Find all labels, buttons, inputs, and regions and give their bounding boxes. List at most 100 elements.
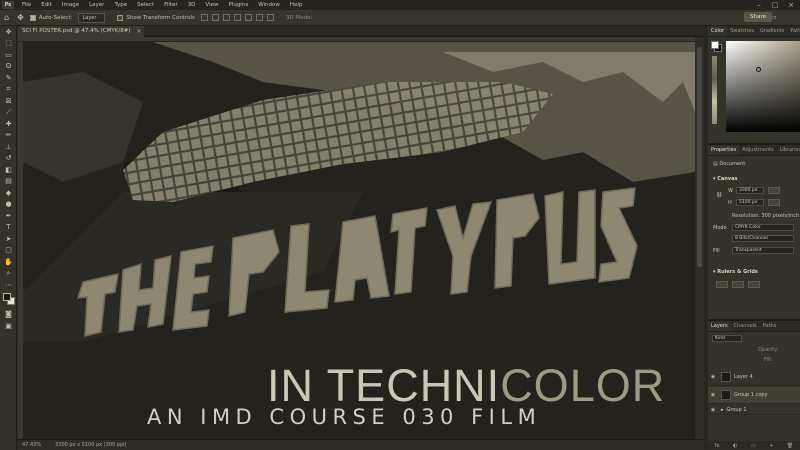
gradient-tool-icon[interactable]: ▤: [0, 176, 17, 188]
tab-color[interactable]: Color: [708, 26, 728, 36]
dodge-tool-icon[interactable]: ●: [0, 199, 17, 211]
transform-controls-option[interactable]: Show Transform Controls: [117, 14, 195, 21]
canvas[interactable]: IN TECHNICOLOR AN IMD COURSE 030 FILM: [23, 42, 695, 439]
share-button[interactable]: Share: [744, 12, 772, 22]
grid-toggle-button[interactable]: [732, 281, 744, 288]
distribute-icon[interactable]: [266, 14, 274, 21]
orientation-landscape-button[interactable]: [768, 199, 780, 206]
eye-icon[interactable]: ◉: [708, 392, 718, 398]
hand-tool-icon[interactable]: ✋: [0, 256, 17, 268]
artboard-tool-icon[interactable]: ⬚: [0, 38, 17, 50]
menu-plugins[interactable]: Plugins: [223, 2, 253, 8]
shape-tool-icon[interactable]: ▢: [0, 245, 17, 257]
layer-row[interactable]: ◉ Layer 4: [708, 369, 800, 386]
document-tab[interactable]: SCI FI POSTER.psd @ 47.4% (CMYK/8#) ×: [18, 26, 145, 37]
align-left-icon[interactable]: [200, 14, 208, 21]
move-tool-icon[interactable]: ✥: [0, 26, 17, 38]
lasso-tool-icon[interactable]: ʘ: [0, 61, 17, 73]
guides-toggle-button[interactable]: [748, 281, 760, 288]
auto-select-option[interactable]: Auto-Select:: [29, 14, 72, 21]
eye-icon[interactable]: ◉: [708, 374, 718, 380]
align-center-icon[interactable]: [211, 14, 219, 21]
align-bottom-icon[interactable]: [255, 14, 263, 21]
history-brush-tool-icon[interactable]: ↺: [0, 153, 17, 165]
eraser-tool-icon[interactable]: ◧: [0, 164, 17, 176]
ruler-units-dropdown[interactable]: [716, 281, 728, 288]
maximize-icon[interactable]: □: [768, 0, 782, 10]
layer-kind-filter[interactable]: Kind: [712, 335, 742, 342]
minimize-icon[interactable]: –: [752, 0, 766, 10]
more-tools-icon[interactable]: ⋯: [0, 279, 17, 291]
link-dimensions-icon[interactable]: ⛓: [716, 192, 722, 198]
auto-select-checkbox[interactable]: [29, 14, 36, 21]
frame-tool-icon[interactable]: ⊠: [0, 95, 17, 107]
menu-file[interactable]: File: [17, 2, 36, 8]
tab-layers[interactable]: Layers: [708, 321, 731, 331]
tab-patterns[interactable]: Patterns: [787, 26, 800, 36]
trash-icon[interactable]: 🗑: [787, 443, 793, 449]
quick-mask-icon[interactable]: ◙: [0, 309, 17, 321]
eye-icon[interactable]: ◉: [708, 407, 718, 413]
menu-filter[interactable]: Filter: [159, 2, 183, 8]
home-icon[interactable]: ⌂: [4, 13, 9, 22]
photoshop-logo-icon[interactable]: Ps: [2, 1, 14, 9]
menu-layer[interactable]: Layer: [84, 2, 109, 8]
color-swatches[interactable]: [0, 291, 17, 309]
tab-swatches[interactable]: Swatches: [727, 26, 757, 36]
crop-tool-icon[interactable]: ⌗: [0, 84, 17, 96]
vertical-scrollbar[interactable]: [695, 37, 704, 439]
path-select-tool-icon[interactable]: ➤: [0, 233, 17, 245]
fill-dropdown[interactable]: Transparent: [732, 247, 794, 254]
type-tool-icon[interactable]: T: [0, 222, 17, 234]
quick-select-tool-icon[interactable]: ✎: [0, 72, 17, 84]
orientation-portrait-button[interactable]: [768, 187, 780, 194]
brush-tool-icon[interactable]: ✏: [0, 130, 17, 142]
menu-window[interactable]: Window: [253, 2, 285, 8]
hue-slider[interactable]: [712, 56, 717, 124]
tab-paths[interactable]: Paths: [760, 321, 780, 331]
rulers-grids-heading[interactable]: ▾ Rulers & Grids: [713, 269, 758, 275]
clone-stamp-tool-icon[interactable]: ⊥: [0, 141, 17, 153]
layer-row[interactable]: ◉ ▸ Group 1: [708, 405, 800, 415]
menu-select[interactable]: Select: [132, 2, 159, 8]
tab-properties[interactable]: Properties: [708, 145, 740, 155]
marquee-tool-icon[interactable]: ▭: [0, 49, 17, 61]
pen-tool-icon[interactable]: ✒: [0, 210, 17, 222]
eyedropper-tool-icon[interactable]: ⟋: [0, 107, 17, 119]
zoom-tool-icon[interactable]: ⌕: [0, 268, 17, 280]
color-picker-cursor[interactable]: [756, 67, 761, 72]
align-top-icon[interactable]: [233, 14, 241, 21]
layer-row[interactable]: ◉ Group 1 copy: [708, 387, 800, 404]
fx-icon[interactable]: fx: [715, 443, 720, 449]
blur-tool-icon[interactable]: ◆: [0, 187, 17, 199]
align-right-icon[interactable]: [222, 14, 230, 21]
healing-brush-tool-icon[interactable]: ✚: [0, 118, 17, 130]
canvas-heading[interactable]: ▾ Canvas: [713, 176, 737, 182]
height-field[interactable]: 5100 px: [736, 199, 764, 206]
menu-help[interactable]: Help: [285, 2, 308, 8]
width-field[interactable]: 3300 px: [736, 187, 764, 194]
close-tab-icon[interactable]: ×: [136, 26, 141, 37]
menu-image[interactable]: Image: [57, 2, 84, 8]
mask-icon[interactable]: ▭: [751, 443, 756, 449]
foreground-color-swatch[interactable]: [3, 292, 11, 301]
auto-select-dropdown[interactable]: Layer: [78, 12, 106, 23]
tab-libraries[interactable]: Libraries: [777, 145, 800, 155]
menu-3d[interactable]: 3D: [183, 2, 201, 8]
bit-depth-dropdown[interactable]: 8 Bits/Channel: [732, 235, 794, 242]
align-middle-icon[interactable]: [244, 14, 252, 21]
menu-edit[interactable]: Edit: [36, 2, 57, 8]
tab-gradients[interactable]: Gradients: [757, 26, 787, 36]
tab-adjustments[interactable]: Adjustments: [739, 145, 776, 155]
move-tool-icon[interactable]: ✥: [17, 13, 24, 22]
transform-controls-checkbox[interactable]: [117, 14, 124, 21]
zoom-level[interactable]: 47.43%: [22, 442, 41, 448]
menu-view[interactable]: View: [200, 2, 223, 8]
close-window-icon[interactable]: ×: [784, 0, 798, 10]
panel-foreground-swatch[interactable]: [711, 41, 719, 49]
color-picker-field[interactable]: [726, 41, 800, 132]
adjustment-layer-icon[interactable]: ◐: [733, 443, 737, 449]
scrollbar-thumb[interactable]: [697, 47, 702, 267]
tab-channels[interactable]: Channels: [731, 321, 760, 331]
new-layer-icon[interactable]: +: [769, 443, 773, 449]
